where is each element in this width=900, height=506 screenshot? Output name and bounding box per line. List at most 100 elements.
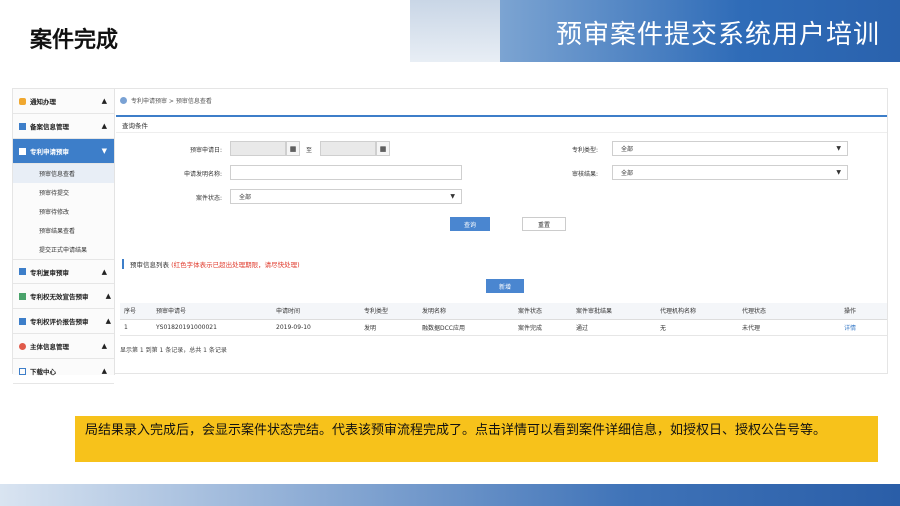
type-select-value: 全部 (621, 146, 634, 153)
bell-icon (19, 97, 26, 105)
table-cell: 通过 (572, 319, 656, 336)
column-header: 操作 (840, 303, 887, 320)
folder-icon (19, 122, 26, 130)
folder-icon (19, 268, 26, 275)
sidebar: 通知办理 ▲ 备案信息管理 ▲ 专利申请预审 ▼ 预审信息查看 预审待提交 预审… (13, 89, 115, 384)
sidebar-item-filing[interactable]: 备案信息管理 ▲ (13, 114, 114, 139)
sidebar-item-application-pretrial[interactable]: 专利申请预审 ▼ (13, 139, 114, 164)
chevron-up-icon: ▲ (101, 367, 107, 375)
sidebar-subitem-result[interactable]: 预审结果查看 (13, 221, 114, 240)
sidebar-subitem-pending-submit[interactable]: 预审待提交 (13, 183, 114, 202)
main-content: 专利申请预审 > 预审信息查看 查询条件 预审申请日: ▦ 至 ▦ 专利类型: … (116, 89, 889, 375)
column-header: 专利类型 (360, 303, 418, 320)
status-select[interactable]: 全部 ▼ (230, 189, 462, 204)
sidebar-subitem-pending-modify[interactable]: 预审待修改 (13, 202, 114, 221)
add-button[interactable]: 新增 (486, 279, 524, 293)
caret-down-icon: ▼ (836, 145, 841, 152)
type-label: 专利类型: (571, 147, 598, 154)
table-cell: 融数据DCC应用 (418, 319, 514, 336)
column-header: 代理状态 (738, 303, 840, 320)
check-icon (19, 292, 26, 300)
sidebar-item-label: 专利复审预审 (30, 268, 69, 277)
folder-icon (19, 317, 26, 325)
name-label: 申请发明名称: (183, 171, 222, 178)
date-end-input[interactable] (320, 141, 376, 156)
title-banner: 预审案件提交系统用户培训 (500, 0, 900, 62)
folder-icon (19, 147, 26, 155)
sidebar-item-reexam[interactable]: 专利复审预审 ▲ (13, 259, 114, 284)
table-header-row: 序号 预审申请号 申请时间 专利类型 发明名称 案件状态 案件审批结果 代理机构… (120, 303, 887, 320)
sidebar-item-label: 通知办理 (30, 98, 56, 106)
chevron-up-icon: ▲ (105, 292, 111, 300)
sidebar-item-label: 备案信息管理 (30, 123, 69, 131)
user-icon (120, 96, 127, 104)
sidebar-item-label: 专利权无效宣告预审 (30, 293, 89, 301)
caret-down-icon: ▼ (836, 169, 841, 176)
column-header: 代理机构名称 (656, 303, 738, 320)
query-panel-title: 查询条件 (116, 117, 887, 133)
download-icon (19, 367, 26, 375)
search-button[interactable]: 查询 (450, 217, 490, 231)
column-header: 案件状态 (514, 303, 572, 320)
list-warning: (红色字体表示已超出处理期限，请尽快处理) (171, 261, 300, 269)
bottom-band (0, 484, 900, 506)
chevron-down-icon: ▼ (101, 147, 107, 155)
query-panel: 查询条件 预审申请日: ▦ 至 ▦ 专利类型: 全部 ▼ 申请发明名称: 审核结… (116, 115, 887, 239)
table-cell: YS01820191000021 (152, 319, 272, 336)
sidebar-item-label: 下载中心 (30, 368, 56, 376)
sidebar-subitem-view[interactable]: 预审信息查看 (13, 164, 114, 183)
result-label: 审核结果: (571, 171, 598, 178)
breadcrumb-text: 专利申请预审 > 预审信息查看 (131, 97, 212, 105)
table-row: 1 YS01820191000021 2019-09-10 发明 融数据DCC应… (120, 319, 887, 336)
slide-header: 案件完成 预审案件提交系统用户培训 (0, 0, 900, 70)
list-title-text: 预审信息列表 (130, 261, 169, 269)
result-select-value: 全部 (621, 170, 634, 177)
sidebar-item-invalidation[interactable]: 专利权无效宣告预审 ▲ (13, 284, 114, 309)
column-header: 案件审批结果 (572, 303, 656, 320)
date-label: 预审申请日: (189, 147, 222, 154)
caret-down-icon: ▼ (450, 193, 455, 200)
chevron-up-icon: ▲ (101, 268, 107, 276)
callout-note: 局结果录入完成后，会显示案件状态完结。代表该预审流程完成了。点击详情可以看到案件… (75, 416, 878, 462)
banner-title: 预审案件提交系统用户培训 (555, 20, 880, 50)
table-cell: 未代理 (738, 319, 840, 336)
slide-title: 案件完成 (30, 28, 119, 53)
table-cell: 无 (656, 319, 738, 336)
chevron-up-icon: ▲ (101, 122, 107, 130)
sidebar-item-label: 专利申请预审 (30, 148, 69, 156)
reset-button[interactable]: 重置 (522, 217, 566, 231)
detail-link[interactable]: 详情 (840, 319, 887, 336)
chevron-up-icon: ▲ (101, 97, 107, 105)
pagination-info: 显示第 1 到第 1 条记录，总共 1 条记录 (120, 347, 227, 354)
sidebar-item-notice[interactable]: 通知办理 ▲ (13, 89, 114, 114)
type-select[interactable]: 全部 ▼ (612, 141, 848, 156)
app-screenshot: 通知办理 ▲ 备案信息管理 ▲ 专利申请预审 ▼ 预审信息查看 预审待提交 预审… (12, 88, 889, 384)
sidebar-item-download[interactable]: 下载中心 ▲ (13, 359, 114, 384)
user-icon (19, 342, 26, 350)
column-header: 申请时间 (272, 303, 360, 320)
sidebar-item-evaluation[interactable]: 专利权评价报告预审 ▲ (13, 309, 114, 334)
table-cell: 1 (120, 319, 152, 336)
sidebar-item-entity[interactable]: 主体信息管理 ▲ (13, 334, 114, 359)
chevron-up-icon: ▲ (105, 317, 111, 325)
date-separator: 至 (305, 147, 312, 154)
sidebar-item-label: 主体信息管理 (30, 343, 69, 351)
results-table: 序号 预审申请号 申请时间 专利类型 发明名称 案件状态 案件审批结果 代理机构… (120, 303, 887, 336)
column-header: 序号 (120, 303, 152, 320)
name-input[interactable] (230, 165, 462, 180)
table-cell: 案件完成 (514, 319, 572, 336)
table-cell: 2019-09-10 (272, 319, 360, 336)
chevron-up-icon: ▲ (101, 342, 107, 350)
sidebar-subitem-formal-result[interactable]: 提交正式申请结果 (13, 240, 114, 259)
building-image (410, 0, 500, 62)
column-header: 预审申请号 (152, 303, 272, 320)
table-cell: 发明 (360, 319, 418, 336)
status-select-value: 全部 (239, 194, 252, 201)
sidebar-item-label: 专利权评价报告预审 (30, 318, 89, 326)
result-select[interactable]: 全部 ▼ (612, 165, 848, 180)
breadcrumb: 专利申请预审 > 预审信息查看 (116, 89, 889, 111)
list-title: 预审信息列表 (红色字体表示已超出处理期限，请尽快处理) (122, 259, 300, 269)
column-header: 发明名称 (418, 303, 514, 320)
calendar-icon[interactable]: ▦ (376, 141, 390, 156)
status-label: 案件状态: (195, 195, 222, 202)
